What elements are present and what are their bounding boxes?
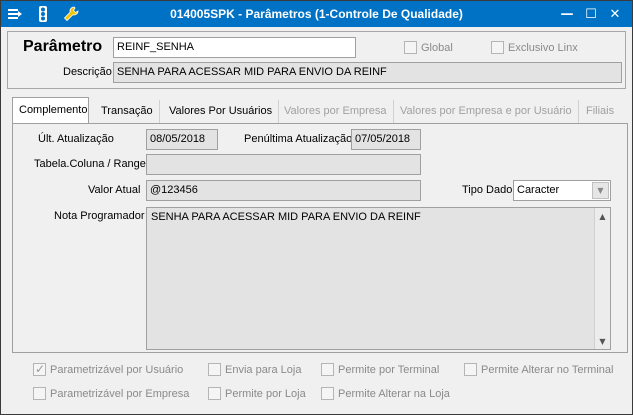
tab-filiais[interactable]: Filiais: [580, 100, 620, 124]
tab-valores-por-usuarios[interactable]: Valores Por Usuários: [163, 100, 280, 124]
header-panel: Parâmetro REINF_SENHA Global Exclusivo L…: [7, 31, 626, 89]
parametrizavel-empresa-label: Parametrizável por Empresa: [50, 387, 190, 400]
permite-alterar-terminal-checkbox[interactable]: Permite Alterar no Terminal: [464, 363, 613, 376]
title-bar: 014005SPK - Parâmetros (1-Controle De Qu…: [1, 1, 632, 27]
parametrizavel-usuario-label: Parametrizável por Usuário: [50, 363, 184, 376]
parametrizavel-empresa-checkbox-box[interactable]: [33, 387, 46, 400]
nota-programador-label: Nota Programador: [54, 210, 145, 222]
exclusivo-linx-checkbox-label: Exclusivo Linx: [508, 41, 578, 54]
global-checkbox-label: Global: [421, 41, 453, 54]
tab-strip: Complemento Transação Valores Por Usuári…: [12, 97, 628, 125]
scroll-up-icon[interactable]: ▲: [595, 208, 610, 224]
permite-alterar-loja-checkbox[interactable]: Permite Alterar na Loja: [321, 387, 450, 400]
envia-loja-checkbox[interactable]: Envia para Loja: [208, 363, 301, 376]
penultima-atualizacao-label: Penúltima Atualização: [244, 133, 353, 145]
tipo-dado-select[interactable]: Caracter ▼: [513, 180, 611, 201]
nota-programador-text: SENHA PARA ACESSAR MID PARA ENVIO DA REI…: [151, 211, 421, 223]
wrench-icon[interactable]: [62, 5, 80, 23]
permite-alterar-loja-label: Permite Alterar na Loja: [338, 387, 450, 400]
parametrizavel-empresa-checkbox[interactable]: Parametrizável por Empresa: [33, 387, 189, 400]
descricao-input[interactable]: SENHA PARA ACESSAR MID PARA ENVIO DA REI…: [113, 62, 622, 83]
permite-alterar-loja-checkbox-box[interactable]: [321, 387, 334, 400]
permite-loja-label: Permite por Loja: [225, 387, 306, 400]
vertical-scrollbar[interactable]: ▲ ▼: [594, 208, 610, 349]
scroll-down-icon[interactable]: ▼: [595, 333, 610, 349]
permite-alterar-terminal-checkbox-box[interactable]: [464, 363, 477, 376]
window-title: 014005SPK - Parâmetros (1-Controle De Qu…: [170, 7, 463, 21]
traffic-light-icon[interactable]: [34, 5, 52, 23]
envia-loja-checkbox-box[interactable]: [208, 363, 221, 376]
tab-valores-por-empresa[interactable]: Valores por Empresa: [278, 100, 394, 124]
nota-programador-textarea[interactable]: SENHA PARA ACESSAR MID PARA ENVIO DA REI…: [146, 207, 611, 350]
permite-terminal-checkbox-box[interactable]: [321, 363, 334, 376]
maximize-button[interactable]: ☐: [580, 4, 602, 24]
close-button[interactable]: ✕: [604, 4, 626, 24]
parametrizavel-usuario-checkbox[interactable]: Parametrizável por Usuário: [33, 362, 184, 376]
tipo-dado-label: Tipo Dado: [462, 184, 513, 196]
tab-transacao[interactable]: Transação: [95, 100, 160, 124]
global-checkbox-box[interactable]: [404, 41, 417, 54]
permite-terminal-label: Permite por Terminal: [338, 363, 440, 376]
parametro-input[interactable]: REINF_SENHA: [113, 37, 356, 58]
permite-alterar-terminal-label: Permite Alterar no Terminal: [481, 363, 614, 376]
envia-loja-label: Envia para Loja: [225, 363, 302, 376]
ult-atualizacao-field[interactable]: 08/05/2018: [146, 129, 218, 150]
valor-atual-label: Valor Atual: [88, 184, 141, 196]
tab-valores-empresa-usuario[interactable]: Valores por Empresa e por Usuário: [394, 100, 579, 124]
permite-loja-checkbox-box[interactable]: [208, 387, 221, 400]
permite-terminal-checkbox[interactable]: Permite por Terminal: [321, 363, 439, 376]
options-panel: Parametrizável por Usuário Envia para Lo…: [21, 355, 618, 407]
parametro-label: Parâmetro: [23, 38, 103, 55]
parametros-window: 014005SPK - Parâmetros (1-Controle De Qu…: [0, 0, 633, 415]
parametrizavel-usuario-checkbox-box[interactable]: [33, 362, 46, 376]
exclusivo-linx-checkbox[interactable]: Exclusivo Linx: [491, 41, 578, 54]
permite-loja-checkbox[interactable]: Permite por Loja: [208, 387, 306, 400]
menu-icon[interactable]: [6, 5, 24, 23]
tabela-coluna-label: Tabela.Coluna / Range: [34, 158, 146, 170]
global-checkbox[interactable]: Global: [404, 41, 453, 54]
tipo-dado-value: Caracter: [517, 184, 560, 196]
tab-complemento[interactable]: Complemento: [12, 97, 89, 125]
valor-atual-field[interactable]: @123456: [146, 180, 421, 201]
exclusivo-linx-checkbox-box[interactable]: [491, 41, 504, 54]
tabela-coluna-field[interactable]: [146, 154, 421, 175]
ult-atualizacao-label: Últ. Atualização: [38, 133, 114, 145]
minimize-button[interactable]: —: [556, 4, 578, 24]
penultima-atualizacao-field[interactable]: 07/05/2018: [351, 129, 421, 150]
complemento-panel: Últ. Atualização 08/05/2018 Penúltima At…: [12, 123, 628, 353]
chevron-down-icon[interactable]: ▼: [592, 182, 609, 199]
descricao-label: Descrição: [63, 66, 112, 78]
